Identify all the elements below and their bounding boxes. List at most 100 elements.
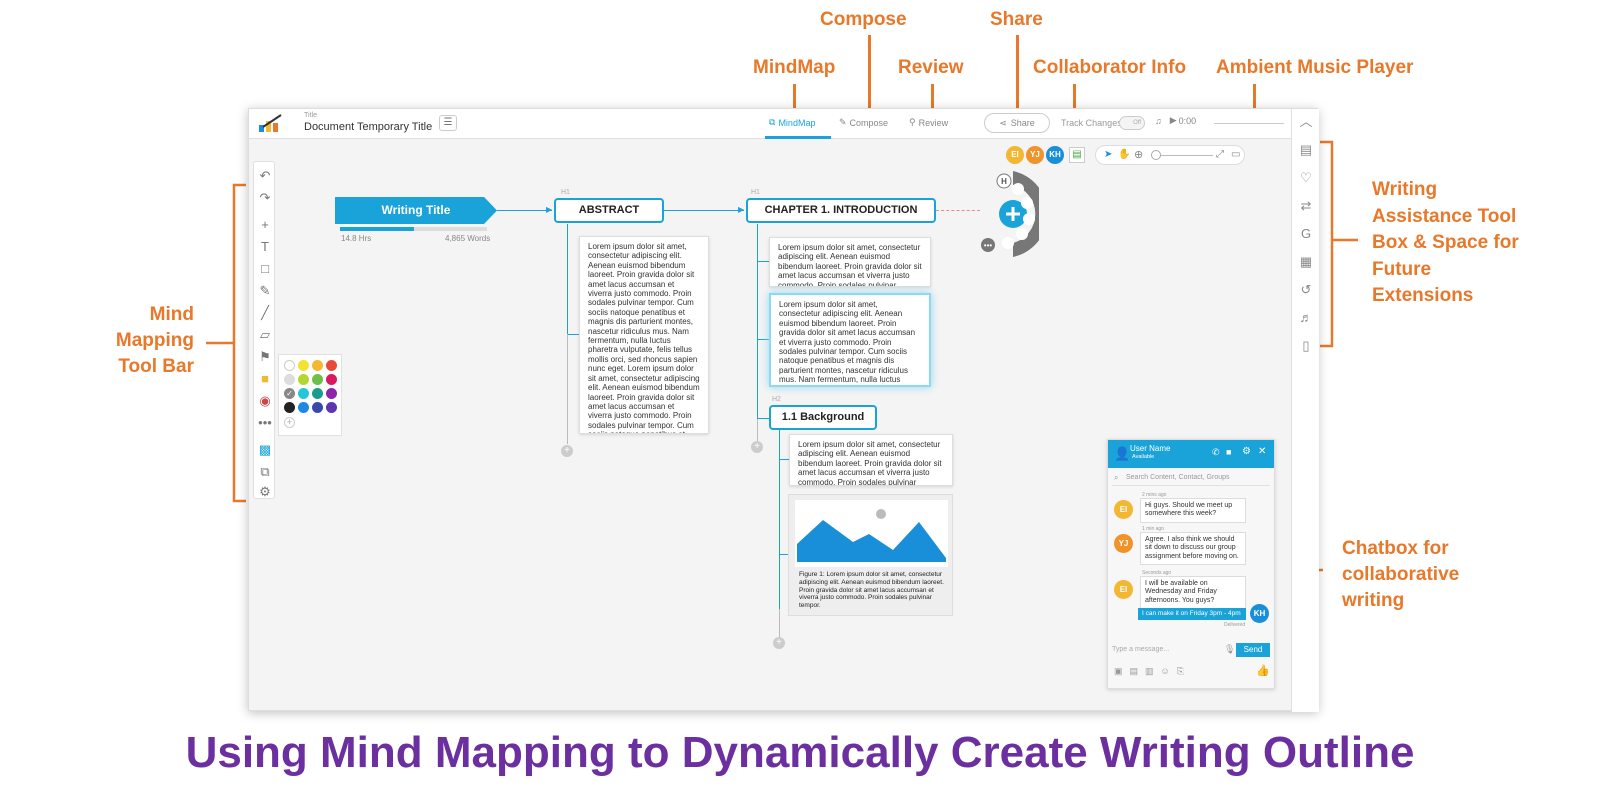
mindmap-icon: ⧉ [769, 117, 776, 127]
color-swatch[interactable] [298, 388, 309, 399]
collapse-icon[interactable]: ︿ [1299, 115, 1313, 129]
rectangle-icon[interactable]: □ [257, 261, 273, 277]
abstract-node[interactable]: ABSTRACT [554, 198, 664, 223]
translate-icon[interactable]: ⇄ [1299, 199, 1313, 213]
abstract-card[interactable]: Lorem ipsum dolor sit amet, consectetur … [579, 236, 709, 434]
history-icon[interactable]: ↺ [1299, 283, 1313, 297]
more-icon[interactable]: ••• [257, 415, 273, 431]
color-swatch[interactable] [284, 402, 295, 413]
connector [567, 334, 579, 335]
video-icon[interactable]: ■ [1226, 447, 1231, 457]
collaborator-avatar[interactable]: EI [1006, 146, 1024, 164]
color-swatch[interactable]: ✓ [284, 388, 295, 399]
figure-card[interactable]: Figure 1: Lorem ipsum dolor sit amet, co… [788, 494, 953, 616]
root-node[interactable]: Writing Title [335, 197, 497, 224]
line-icon[interactable]: ╱ [257, 305, 273, 321]
phone-icon[interactable]: ✆ [1212, 447, 1220, 458]
add-child-icon[interactable]: + [773, 637, 785, 649]
sticky-note-icon[interactable]: ■ [257, 371, 273, 387]
color-swatch[interactable] [284, 374, 295, 385]
music-progress-bar[interactable] [1214, 123, 1284, 124]
music-list-icon[interactable]: ♬ [1299, 311, 1313, 325]
fit-screen-icon[interactable]: ⤢ [1216, 149, 1224, 160]
chat-search-input[interactable]: Search Content, Contact, Groups [1112, 472, 1270, 486]
play-icon[interactable]: ▶ [1170, 115, 1177, 126]
color-swatch[interactable] [326, 388, 337, 399]
grammar-icon[interactable]: G [1299, 227, 1313, 241]
doc-title[interactable]: Document Temporary Title [304, 121, 432, 133]
settings-icon[interactable]: ⚙ [257, 484, 273, 500]
chapter1-card-2[interactable]: Lorem ipsum dolor sit amet, consectetur … [769, 293, 931, 387]
document-icon[interactable]: ▯ [1299, 339, 1313, 353]
callout-compose: Compose [820, 9, 907, 30]
zoom-slider-handle[interactable] [1151, 150, 1161, 160]
attach-icon[interactable]: ⎘ [1177, 666, 1191, 676]
avatar-group-icon[interactable]: ▤ [1069, 147, 1085, 163]
microphone-icon[interactable]: 🎙 [1224, 644, 1235, 655]
connector [757, 339, 769, 340]
background-node[interactable]: 1.1 Background [769, 405, 877, 430]
music-player: ♫ ▶ 0:00 [1155, 115, 1196, 126]
emoji-icon[interactable]: ☺ [1161, 666, 1177, 676]
color-swatch[interactable] [312, 388, 323, 399]
menu-button[interactable]: ☰ [439, 115, 457, 131]
music-note-icon[interactable]: ♫ [1155, 116, 1162, 126]
track-changes-toggle[interactable]: Off [1119, 116, 1145, 130]
crosshair-icon[interactable]: ⊕ [1134, 148, 1143, 161]
chapter1-card-1[interactable]: Lorem ipsum dolor sit amet, consectetur … [769, 237, 931, 287]
color-swatch[interactable] [326, 374, 337, 385]
gif-icon[interactable]: ▥ [1145, 666, 1161, 676]
chapter1-node[interactable]: CHAPTER 1. INTRODUCTION [746, 198, 936, 223]
add-color-icon[interactable]: + [284, 417, 295, 428]
tab-review[interactable]: ⚲ Review [909, 117, 948, 128]
gear-icon[interactable]: ⚙ [1242, 446, 1251, 457]
add-child-icon[interactable]: + [751, 441, 763, 453]
share-button[interactable]: ⋖ Share [984, 113, 1050, 133]
background-card[interactable]: Lorem ipsum dolor sit amet, consectetur … [789, 434, 953, 486]
callout-line [1016, 35, 1019, 111]
tab-compose[interactable]: ✎ Compose [839, 117, 888, 128]
svg-text:H: H [1001, 177, 1007, 186]
color-swatch[interactable] [312, 374, 323, 385]
color-swatch[interactable] [298, 402, 309, 413]
writing-tools-sidebar: ︿ ▤ ♡ ⇄ G ▦ ↺ ♬ ▯ [1291, 109, 1319, 712]
add-icon[interactable]: + [257, 217, 273, 233]
pencil-icon[interactable]: ✎ [257, 283, 273, 299]
pointer-icon[interactable]: ➤ [1104, 149, 1112, 160]
message-input[interactable]: Type a message... [1112, 643, 1232, 657]
color-swatch[interactable] [326, 360, 337, 371]
hand-icon[interactable]: ✋ [1118, 149, 1130, 160]
callout-collaborator: Collaborator Info [1033, 57, 1187, 78]
redo-icon[interactable]: ↷ [257, 190, 273, 206]
image-icon[interactable]: ▣ [1114, 666, 1130, 676]
send-button[interactable]: Send [1236, 643, 1270, 657]
layers-icon[interactable]: ⧉ [257, 464, 273, 480]
color-swatch[interactable] [298, 374, 309, 385]
sticker-icon[interactable]: ▤ [1130, 666, 1146, 676]
review-icon: ⚲ [909, 117, 916, 127]
eraser-icon[interactable]: ▱ [257, 327, 273, 343]
tab-mindmap[interactable]: ⧉ MindMap [769, 117, 815, 128]
template-icon[interactable]: ▩ [257, 442, 273, 458]
undo-icon[interactable]: ↶ [257, 168, 273, 184]
text-icon[interactable]: T [257, 239, 273, 255]
user-icon: 👤 [1114, 446, 1131, 461]
color-swatch[interactable] [298, 360, 309, 371]
thumbs-up-icon[interactable]: 👍 [1256, 664, 1270, 677]
collaborator-avatar[interactable]: YJ [1026, 146, 1044, 164]
color-wheel-icon[interactable]: ◉ [257, 393, 273, 409]
close-icon[interactable]: ✕ [1258, 446, 1266, 457]
color-swatch[interactable] [326, 402, 337, 413]
collaborator-avatar[interactable]: KH [1046, 146, 1064, 164]
music-time: 0:00 [1178, 115, 1197, 126]
color-swatch[interactable] [312, 360, 323, 371]
color-swatch[interactable] [284, 360, 295, 371]
connector [757, 418, 769, 419]
brush-icon[interactable]: ⚑ [257, 349, 273, 365]
color-swatch[interactable] [312, 402, 323, 413]
lightbulb-icon[interactable]: ♡ [1299, 171, 1313, 185]
add-child-icon[interactable]: + [561, 445, 573, 457]
present-icon[interactable]: ▭ [1231, 149, 1240, 160]
calendar-icon[interactable]: ▦ [1299, 255, 1313, 269]
clapperboard-icon[interactable]: ▤ [1299, 143, 1313, 157]
